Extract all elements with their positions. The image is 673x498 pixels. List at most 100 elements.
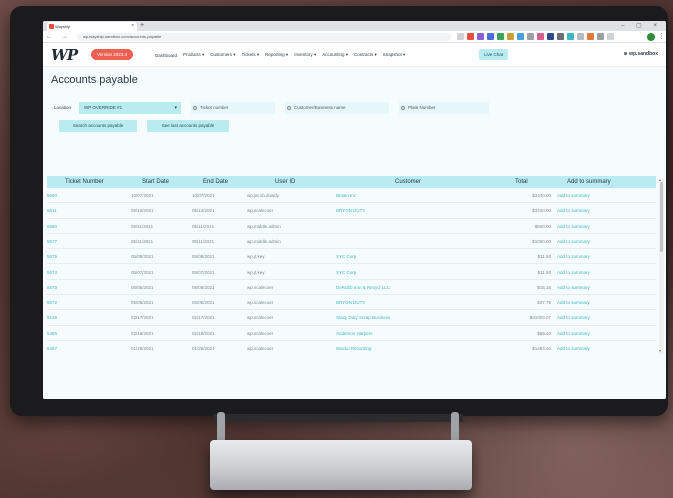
close-icon[interactable]: × xyxy=(131,22,134,31)
ticket-number-cell[interactable]: 5487 xyxy=(47,341,57,354)
table-row: 5575 05/08/2021 05/08/2021 wp.jt.key XYC Cor… xyxy=(47,249,656,265)
end-date-cell: 05/08/2021 xyxy=(192,254,215,260)
extension-icon[interactable] xyxy=(497,33,504,40)
start-date-cell: 05/11/2021 xyxy=(131,223,154,229)
nav-dashboard[interactable]: Dashboard xyxy=(155,53,177,58)
monitor-base xyxy=(210,440,472,490)
browser-tab[interactable]: Wayship × xyxy=(47,22,137,31)
table-row: 5573 05/05/2021 05/05/2021 wp.scalecoer DeRu… xyxy=(47,280,656,296)
ticket-number-cell[interactable]: 5574 xyxy=(47,265,57,280)
start-date-cell: 10/07/2021 xyxy=(131,193,154,198)
see-last-button[interactable]: See last accounts payable xyxy=(147,120,229,132)
end-date-cell: 05/11/2021 xyxy=(192,238,215,244)
ticket-number-option[interactable]: Ticket number xyxy=(191,102,275,114)
window-controls[interactable]: – ▢ × xyxy=(621,21,662,31)
radio-icon[interactable] xyxy=(193,106,197,110)
extension-icon[interactable] xyxy=(607,33,614,40)
extension-icon[interactable] xyxy=(547,33,554,40)
add-to-summary-link[interactable]: Add to summary xyxy=(557,219,590,234)
add-to-summary-link[interactable]: Add to summary xyxy=(557,234,590,249)
nav-customers[interactable]: Customers ▾ xyxy=(210,52,235,58)
radio-icon[interactable] xyxy=(287,106,291,110)
add-to-summary-link[interactable]: Add to summary xyxy=(557,341,590,354)
account-menu[interactable]: ⊕ wp.sandbox xyxy=(624,49,658,60)
add-to-summary-link[interactable]: Add to summary xyxy=(557,203,590,218)
nav-reporting[interactable]: Reporting ▾ xyxy=(265,52,288,58)
radio-icon[interactable] xyxy=(401,106,405,110)
chevron-down-icon: ▾ xyxy=(174,105,177,111)
version-badge: Version 2023.4 xyxy=(91,49,134,60)
location-select[interactable]: WP OVERRIDE #1 ▾ xyxy=(79,102,181,114)
ticket-number-cell[interactable]: 5580 xyxy=(47,219,57,234)
customer-cell: BRYON DUTY xyxy=(336,208,366,214)
total-cell: $3420.00 xyxy=(532,208,551,214)
app-logo[interactable]: WP xyxy=(51,46,78,64)
col-total[interactable]: Total xyxy=(515,176,528,188)
nav-inventory[interactable]: Inventory ▾ xyxy=(294,52,316,58)
extension-icon[interactable] xyxy=(527,33,534,40)
extension-icon[interactable] xyxy=(477,33,484,40)
profile-avatar[interactable] xyxy=(647,33,655,41)
live-chat-button[interactable]: Live Chat xyxy=(479,49,509,60)
nav-snapshot[interactable]: Snapshot ▾ xyxy=(383,52,406,58)
add-to-summary-link[interactable]: Add to summary xyxy=(557,295,590,310)
add-to-summary-link[interactable]: Add to summary xyxy=(557,249,590,264)
user-id-cell: wp.middle.admin xyxy=(247,223,281,229)
total-cell: $11.50 xyxy=(537,269,551,275)
ticket-number-cell[interactable]: 5128 xyxy=(47,310,57,325)
ticket-number-cell[interactable]: 5575 xyxy=(47,249,57,264)
extension-icons xyxy=(457,33,614,41)
plate-number-option[interactable]: Plate Number xyxy=(399,102,489,114)
ticket-number-cell[interactable]: 5660 xyxy=(47,188,57,203)
nav-products[interactable]: Products ▾ xyxy=(183,52,204,58)
add-to-summary-link[interactable]: Add to summary xyxy=(557,188,590,203)
col-end-date[interactable]: End Date xyxy=(203,176,228,188)
ticket-number-cell[interactable]: 5572 xyxy=(47,295,57,310)
more-menu-icon[interactable]: ⋮ xyxy=(658,31,665,43)
total-cell: $1050.00 xyxy=(532,238,551,244)
col-start-date[interactable]: Start Date xyxy=(142,176,169,188)
ticket-number-cell[interactable]: 5611 xyxy=(47,203,57,218)
search-button[interactable]: Search accounts payable xyxy=(59,120,137,132)
nav-contracts[interactable]: Contracts ▾ xyxy=(354,52,377,58)
extension-icon[interactable] xyxy=(517,33,524,40)
extension-icon[interactable] xyxy=(587,33,594,40)
extension-icon[interactable] xyxy=(557,33,564,40)
user-id-cell: wp.scalecoer xyxy=(247,330,274,336)
total-cell: $65.40 xyxy=(537,330,551,336)
col-user-id[interactable]: User ID xyxy=(275,176,295,188)
extension-icon[interactable] xyxy=(487,33,494,40)
extension-icon[interactable] xyxy=(577,33,584,40)
table-row: 5485 02/18/2021 02/18/2021 wp.scalecoer Ande… xyxy=(47,326,656,341)
col-ticket-number[interactable]: Ticket Number xyxy=(65,176,104,188)
add-to-summary-link[interactable]: Add to summary xyxy=(557,265,590,280)
extension-icon[interactable] xyxy=(597,33,604,40)
nav-tickets[interactable]: Tickets ▾ xyxy=(242,52,260,58)
nav-accounting[interactable]: Accounting ▾ xyxy=(322,52,348,58)
table-scrollbar[interactable]: ▴ ▾ xyxy=(659,177,664,354)
add-to-summary-link[interactable]: Add to summary xyxy=(557,280,590,295)
extension-icon[interactable] xyxy=(567,33,574,40)
new-tab-icon[interactable]: + xyxy=(140,21,144,31)
scroll-thumb[interactable] xyxy=(660,182,663,252)
scroll-down-icon[interactable]: ▾ xyxy=(659,348,661,353)
url-input[interactable]: wp.wayship-sandbox.com/accounts-payable xyxy=(77,33,451,41)
end-date-cell: 01/28/2021 xyxy=(192,346,215,351)
ticket-number-cell[interactable]: 5577 xyxy=(47,234,57,249)
ticket-number-cell[interactable]: 5485 xyxy=(47,326,57,341)
extension-icon[interactable] xyxy=(507,33,514,40)
extension-icon[interactable] xyxy=(457,33,464,40)
extension-icon[interactable] xyxy=(537,33,544,40)
add-to-summary-link[interactable]: Add to summary xyxy=(557,310,590,325)
add-to-summary-link[interactable]: Add to summary xyxy=(557,326,590,341)
col-customer[interactable]: Customer xyxy=(395,176,421,188)
extension-icon[interactable] xyxy=(467,33,474,40)
page-title: Accounts payable xyxy=(51,74,138,86)
start-date-cell: 05/08/2021 xyxy=(131,254,154,260)
start-date-cell: 05/11/2021 xyxy=(131,238,154,244)
end-date-cell: 02/18/2021 xyxy=(192,330,215,336)
customer-name-option[interactable]: Customer/Business name xyxy=(285,102,389,114)
ticket-number-cell[interactable]: 5573 xyxy=(47,280,57,295)
col-add-to-summary[interactable]: Add to summary xyxy=(567,176,611,188)
user-id-cell: wp.jt.key xyxy=(247,269,265,275)
